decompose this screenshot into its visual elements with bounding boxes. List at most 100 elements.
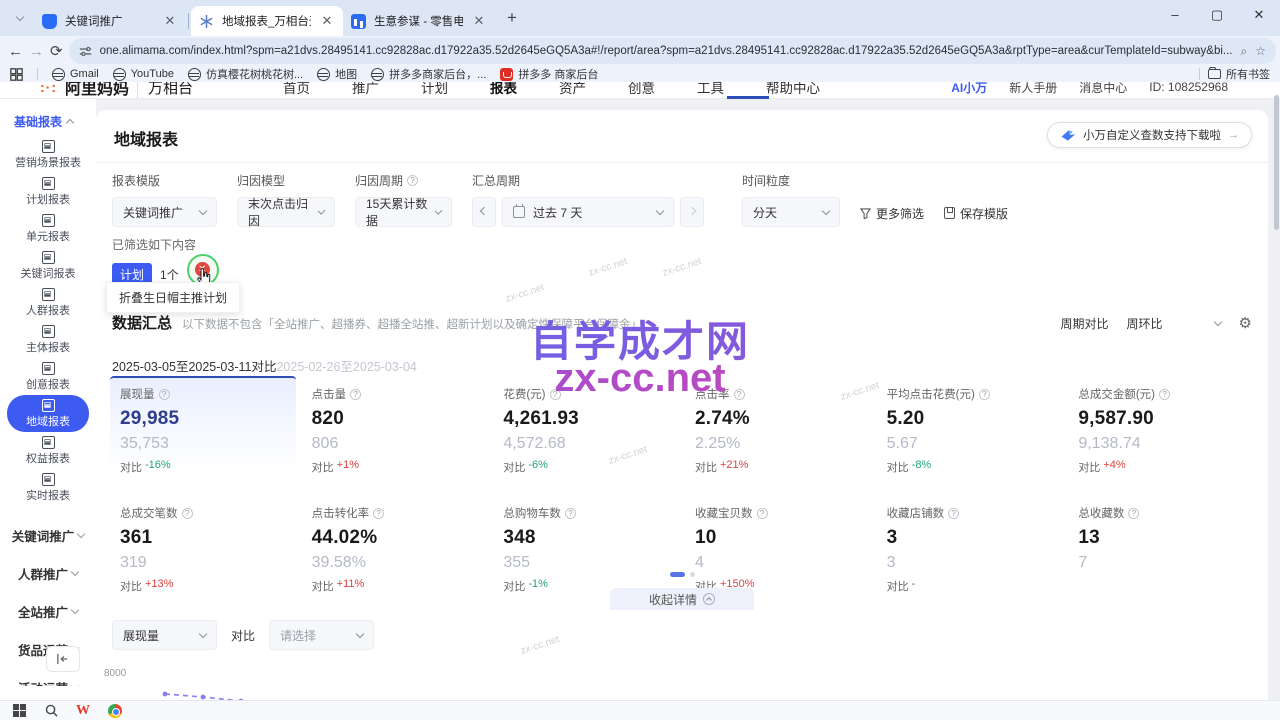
pagination-dot-active[interactable] <box>670 572 685 577</box>
gear-icon[interactable]: ⚙ <box>1239 314 1252 332</box>
new-tab-button[interactable]: + <box>499 5 525 31</box>
bookmark-pdd-admin[interactable]: 拼多多商家后台，... <box>371 66 486 82</box>
metric-card-shop-favs[interactable]: 收藏店铺数 3 3 对比- <box>877 495 1063 600</box>
tab-close-icon[interactable]: ✕ <box>319 13 335 29</box>
window-minimize-button[interactable]: – <box>1154 0 1196 32</box>
info-icon[interactable] <box>182 508 193 519</box>
taskbar-search-button[interactable] <box>42 702 60 720</box>
metric-card-impressions[interactable]: 展现量 29,985 35,753 对比-16% <box>110 376 296 481</box>
tab-close-icon[interactable]: ✕ <box>471 13 487 29</box>
date-range-select[interactable]: 过去 7 天 <box>502 197 674 227</box>
chart-metric-select[interactable]: 展现量 <box>112 620 217 650</box>
metric-card-total-favs[interactable]: 总收藏数 13 7 <box>1068 495 1254 600</box>
reload-button[interactable]: ⟳ <box>50 38 63 64</box>
browser-tab-3[interactable]: 生意参谋 - 零售电商大数据产... ✕ <box>343 6 495 36</box>
metric-card-gmv[interactable]: 总成交金额(元) 9,587.90 9,138.74 对比+4% <box>1068 376 1254 481</box>
metric-card-ctr[interactable]: 点击率 2.74% 2.25% 对比+21% <box>685 376 871 481</box>
taskbar-wps-button[interactable]: W <box>74 702 92 720</box>
sidebar-item-plan-report[interactable]: 计划报表 <box>7 173 89 210</box>
zoom-page-icon[interactable]: ⌕ <box>1241 44 1248 59</box>
nav-help[interactable]: 帮助中心 <box>766 82 820 97</box>
info-icon[interactable] <box>565 508 576 519</box>
xiaowan-download-button[interactable]: 小万自定义查数支持下载啦 → <box>1047 122 1252 148</box>
sidebar-item-rights-report[interactable]: 权益报表 <box>7 432 89 469</box>
browser-tab-2-active[interactable]: 地域报表_万相台无界版 ✕ <box>191 6 343 36</box>
metric-card-clicks[interactable]: 点击量 820 806 对比+1% <box>302 376 488 481</box>
window-close-button[interactable]: ✕ <box>1238 0 1280 32</box>
nav-home[interactable]: 首页 <box>283 82 310 97</box>
tab-close-icon[interactable]: ✕ <box>162 13 178 29</box>
collapse-details-button[interactable]: 收起详情 <box>610 588 754 610</box>
nav-reports[interactable]: 报表 <box>490 82 517 97</box>
sidebar-item-audience-report[interactable]: 人群报表 <box>7 284 89 321</box>
nav-plan[interactable]: 计划 <box>421 82 448 97</box>
forward-button[interactable]: → <box>29 38 44 64</box>
back-button[interactable]: ← <box>8 38 23 64</box>
taskbar-chrome-button[interactable] <box>106 702 124 720</box>
bookmark-maps[interactable]: 地图 <box>317 66 357 82</box>
bookmark-gmail[interactable]: Gmail <box>52 68 99 81</box>
nav-promotion[interactable]: 推广 <box>352 82 379 97</box>
sidebar-item-marketing-scene-report[interactable]: 营销场景报表 <box>7 136 89 173</box>
sidebar-section-sitewide-promo[interactable]: 全站推广 <box>0 592 96 630</box>
metric-card-cost[interactable]: 花费(元) 4,261.93 4,572.68 对比-6% <box>493 376 679 481</box>
info-icon[interactable] <box>979 389 990 400</box>
compare-type-select[interactable]: 周环比 <box>1119 310 1229 336</box>
granularity-select[interactable]: 分天 <box>742 197 840 227</box>
sidebar-item-creative-report[interactable]: 创意报表 <box>7 358 89 395</box>
newbie-manual-link[interactable]: 新人手册 <box>1009 82 1057 96</box>
info-icon[interactable] <box>1128 508 1139 519</box>
message-center-link[interactable]: 消息中心 <box>1079 82 1127 96</box>
sidebar-section-basic-reports[interactable]: 基础报表 <box>0 99 96 136</box>
info-icon[interactable] <box>373 508 384 519</box>
metric-card-orders[interactable]: 总成交笔数 361 319 对比+13% <box>110 495 296 600</box>
attribution-period-select[interactable]: 15天累计数据 <box>355 197 452 227</box>
metric-card-item-favs[interactable]: 收藏宝贝数 10 4 对比+150% <box>685 495 871 600</box>
nav-creative[interactable]: 创意 <box>628 82 655 97</box>
sidebar-collapse-button[interactable] <box>46 646 80 672</box>
info-icon[interactable] <box>757 508 768 519</box>
info-icon[interactable] <box>407 175 418 186</box>
all-bookmarks-button[interactable]: 所有书签 <box>1208 66 1270 82</box>
info-icon[interactable] <box>734 389 745 400</box>
pagination-dot[interactable] <box>690 572 695 577</box>
metric-card-cvr[interactable]: 点击转化率 44.02% 39.58% 对比+11% <box>302 495 488 600</box>
address-bar[interactable]: one.alimama.com/index.html?spm=a21dvs.28… <box>69 38 1276 64</box>
sidebar-section-keyword-promo[interactable]: 关键词推广 <box>0 516 96 554</box>
attribution-model-select[interactable]: 末次点击归因 <box>237 197 335 227</box>
metric-card-carts[interactable]: 总购物车数 348 355 对比-1% <box>493 495 679 600</box>
start-button[interactable] <box>10 702 28 720</box>
info-icon[interactable] <box>159 389 170 400</box>
nav-tools[interactable]: 工具 <box>697 82 724 97</box>
bookmark-sakura[interactable]: 仿真樱花树桃花树... <box>188 66 303 82</box>
apps-grid-icon[interactable] <box>10 68 23 81</box>
previous-period-button[interactable] <box>472 197 496 227</box>
page-scrollbar[interactable] <box>1274 95 1279 230</box>
info-icon[interactable] <box>350 389 361 400</box>
info-icon[interactable] <box>1159 389 1170 400</box>
ai-xiaowan-button[interactable]: AI小万 <box>951 82 987 96</box>
more-filters-button[interactable]: 更多筛选 <box>860 198 924 228</box>
chart-compare-select[interactable]: 请选择 <box>269 620 374 650</box>
window-maximize-button[interactable]: ▢ <box>1196 0 1238 32</box>
sidebar-item-realtime-report[interactable]: 实时报表 <box>7 469 89 506</box>
tab-search-chevron-icon[interactable] <box>8 6 32 30</box>
bookmark-pdd-seller[interactable]: 拼多多 商家后台 <box>500 66 598 82</box>
sidebar-item-region-report-active[interactable]: 地域报表 <box>7 395 89 432</box>
info-icon[interactable] <box>948 508 959 519</box>
info-icon[interactable] <box>550 389 561 400</box>
next-period-button[interactable] <box>680 197 704 227</box>
metric-card-avg-cpc[interactable]: 平均点击花费(元) 5.20 5.67 对比-8% <box>877 376 1063 481</box>
site-info-icon[interactable] <box>79 45 92 58</box>
report-template-select[interactable]: 关键词推广 <box>112 197 217 227</box>
browser-tab-1[interactable]: 关键词推广 ✕ <box>34 6 186 36</box>
sidebar-section-audience-promo[interactable]: 人群推广 <box>0 554 96 592</box>
nav-assets[interactable]: 资产 <box>559 82 586 97</box>
app-logo[interactable]: :·: 阿里妈妈 万相台 <box>40 82 193 99</box>
bookmark-star-icon[interactable]: ☆ <box>1255 44 1266 58</box>
sidebar-item-subject-report[interactable]: 主体报表 <box>7 321 89 358</box>
save-template-button[interactable]: 保存模版 <box>944 198 1008 228</box>
sidebar-item-unit-report[interactable]: 单元报表 <box>7 210 89 247</box>
sidebar-item-keyword-report[interactable]: 关键词报表 <box>7 247 89 284</box>
bookmark-youtube[interactable]: YouTube <box>113 68 174 81</box>
